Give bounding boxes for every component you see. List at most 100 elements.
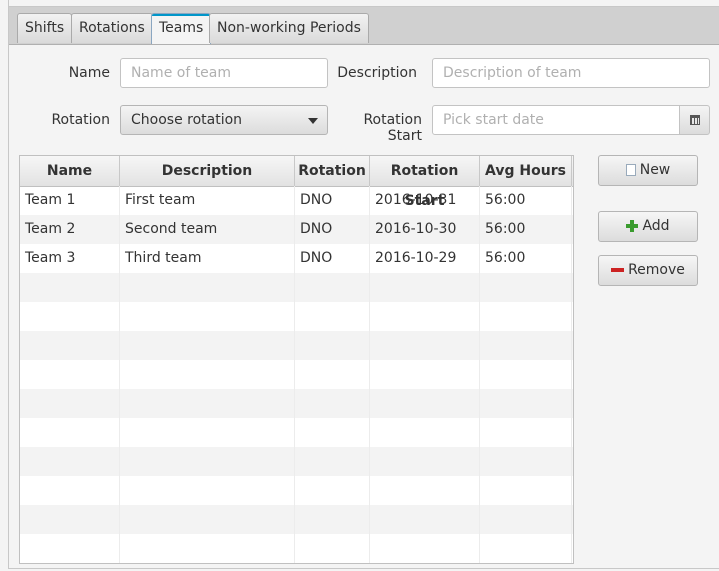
tab-non-working-periods[interactable]: Non-working Periods [209,13,369,43]
cell-description: Second team [120,215,295,244]
empty-table-row [20,302,573,331]
rotation-combobox-value: Choose rotation [131,112,243,128]
empty-table-row [20,360,573,389]
empty-cell [20,418,120,447]
empty-cell [120,476,295,505]
new-button[interactable]: New [598,155,698,186]
cell-description: Third team [120,244,295,273]
empty-cell [20,476,120,505]
empty-cell [20,505,120,534]
plus-icon [626,220,639,232]
rotation-combobox[interactable]: Choose rotation [120,105,328,135]
name-label: Name [68,65,110,81]
table-row[interactable]: Team 3 Third team DNO 2016-10-29 56:00 [20,244,573,273]
remove-button-label: Remove [628,262,685,278]
empty-cell [295,447,370,476]
date-picker-button[interactable] [679,105,710,135]
empty-cell [295,476,370,505]
empty-cell [370,389,480,418]
empty-cell [295,534,370,563]
empty-cell [295,273,370,302]
cell-avg-hours: 56:00 [480,215,572,244]
empty-cell [480,534,572,563]
cell-rotation-start: 2016-10-30 [370,215,480,244]
empty-cell [120,389,295,418]
table-row[interactable]: Team 2 Second team DNO 2016-10-30 56:00 [20,215,573,244]
add-button[interactable]: Add [598,211,698,242]
remove-button[interactable]: Remove [598,255,698,286]
empty-table-row [20,476,573,505]
tab-shifts[interactable]: Shifts [17,13,73,43]
empty-cell [120,302,295,331]
table-row[interactable]: Team 1 First team DNO 2016-10-31 56:00 [20,186,573,215]
empty-cell [370,302,480,331]
cell-avg-hours: 56:00 [480,244,572,273]
empty-cell [370,273,480,302]
empty-cell [20,447,120,476]
column-header-rotation[interactable]: Rotation [295,156,370,186]
empty-cell [480,447,572,476]
column-header-avg-hours[interactable]: Avg Hours [480,156,572,186]
empty-cell [370,447,480,476]
tab-rotations[interactable]: Rotations [71,13,153,43]
empty-cell [20,534,120,563]
empty-cell [370,534,480,563]
rotation-label: Rotation [51,112,110,128]
empty-cell [20,302,120,331]
empty-table-row [20,418,573,447]
empty-cell [295,418,370,447]
window-top-strip [9,0,719,7]
add-button-label: Add [642,218,670,234]
empty-cell [370,360,480,389]
cell-name: Team 3 [20,244,120,273]
empty-cell [480,476,572,505]
cell-rotation-start: 2016-10-31 [370,186,480,215]
table-header: Name Description Rotation Rotation Start… [20,156,573,209]
empty-cell [295,331,370,360]
empty-cell [480,331,572,360]
tab-teams[interactable]: Teams [151,13,212,44]
cell-name: Team 2 [20,215,120,244]
empty-table-row [20,534,573,563]
column-header-rotation-start[interactable]: Rotation Start [370,156,480,209]
empty-cell [120,273,295,302]
cell-description: First team [120,186,295,215]
chevron-down-icon [308,118,318,124]
tab-bar: Shifts Rotations Teams Non-working Perio… [9,7,719,45]
minus-icon [611,268,625,272]
new-button-label: New [639,162,671,178]
empty-cell [120,418,295,447]
empty-cell [480,360,572,389]
empty-cell [295,360,370,389]
name-input[interactable] [120,58,328,88]
empty-cell [295,389,370,418]
empty-cell [295,505,370,534]
empty-cell [20,331,120,360]
rotation-start-date-input[interactable] [432,105,680,135]
rotation-start-label: Rotation Start [363,112,422,144]
teams-table[interactable]: Name Description Rotation Rotation Start… [19,155,574,564]
description-input[interactable] [432,58,710,88]
column-header-name[interactable]: Name [20,156,120,186]
empty-table-row [20,389,573,418]
cell-rotation: DNO [295,244,370,273]
empty-cell [295,302,370,331]
empty-cell [480,418,572,447]
empty-cell [370,505,480,534]
empty-cell [480,505,572,534]
empty-cell [20,360,120,389]
description-label: Description [337,65,417,81]
empty-cell [370,476,480,505]
empty-table-row [20,447,573,476]
empty-cell [120,447,295,476]
empty-cell [120,534,295,563]
empty-cell [20,389,120,418]
cell-avg-hours: 56:00 [480,186,572,215]
empty-cell [480,273,572,302]
empty-cell [480,302,572,331]
column-header-description[interactable]: Description [120,156,295,186]
empty-cell [480,389,572,418]
calendar-icon [690,115,700,125]
app-frame: Shifts Rotations Teams Non-working Perio… [8,0,719,569]
empty-cell [20,273,120,302]
